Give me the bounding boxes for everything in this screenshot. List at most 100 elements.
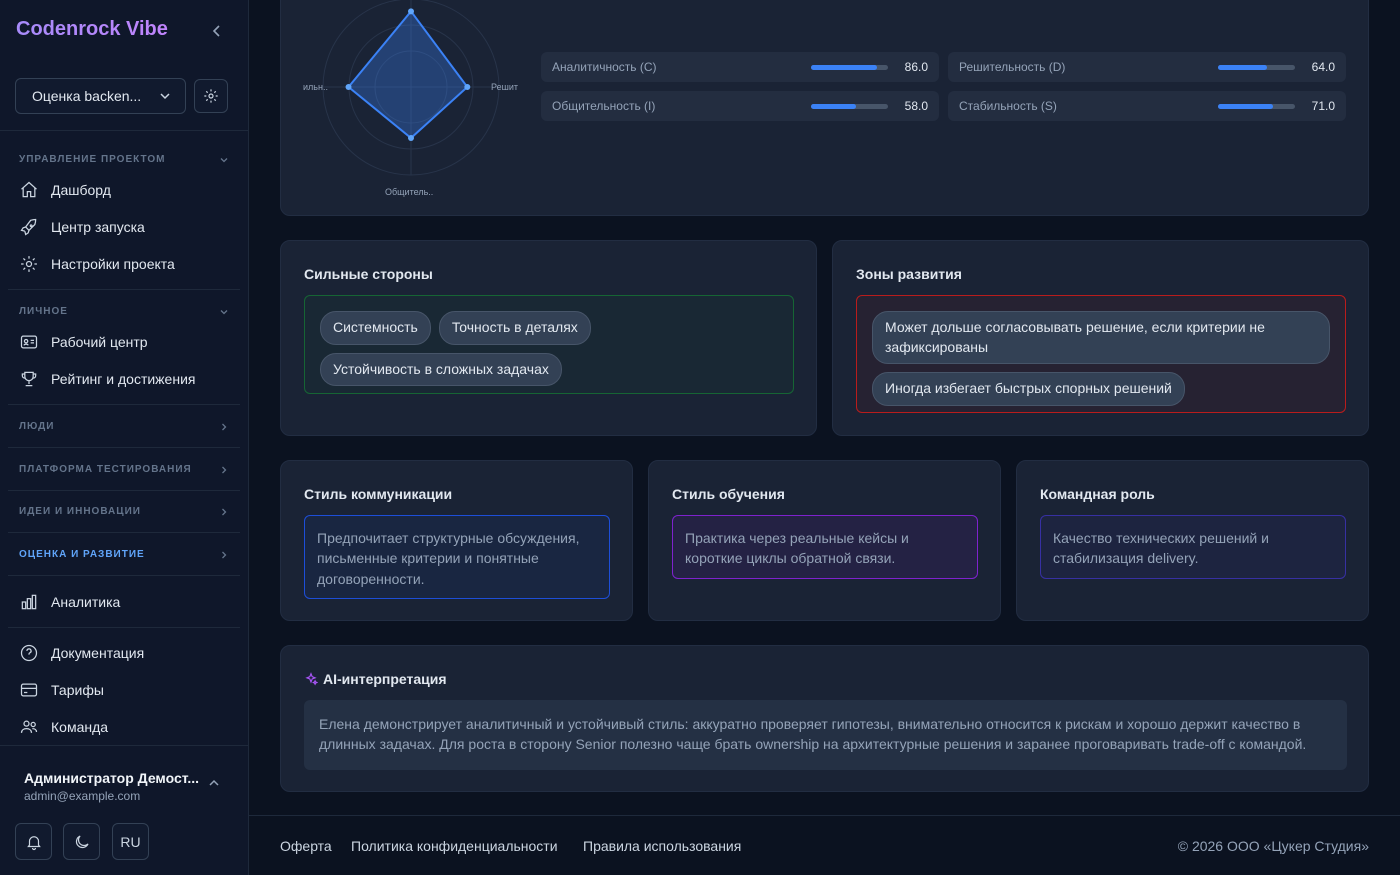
project-select[interactable]: Оценка backen...: [15, 78, 186, 114]
metric-label: Аналитичность (C): [552, 60, 657, 74]
chevron-down-icon: [220, 157, 228, 162]
radar-label-right: Решит: [491, 82, 518, 92]
home-icon: [21, 181, 37, 198]
gear-icon: [21, 256, 37, 272]
metric-value: 58.0: [904, 99, 928, 113]
credit-card-icon: [20, 683, 38, 697]
brand-logo: Codenrock Vibe: [16, 18, 168, 40]
sidebar-item-launch[interactable]: Центр запуска: [19, 215, 145, 239]
metric-bar: [811, 103, 888, 109]
ai-interpretation-text: Елена демонстрирует аналитичный и устойч…: [304, 700, 1347, 770]
footer-link-privacy[interactable]: Политика конфиденциальности: [351, 838, 558, 854]
footer-copyright: © 2026 ООО «Цукер Студия»: [1177, 838, 1369, 854]
chevron-right-icon: [222, 423, 227, 430]
growth-zones-card: Зоны развития Может дольше согласовывать…: [832, 240, 1369, 436]
chevron-right-icon: [222, 508, 227, 515]
metric-decisive: Решительность (D) 64.0: [948, 52, 1346, 82]
metric-stable: Стабильность (S) 71.0: [948, 91, 1346, 121]
section-testing-platform[interactable]: Платформа тестирования: [19, 464, 229, 475]
trophy-icon: [21, 371, 37, 387]
sidebar-item-docs[interactable]: Документация: [19, 641, 144, 665]
notifications-button[interactable]: [15, 823, 52, 860]
growth-list: Может дольше согласовывать решение, если…: [856, 295, 1346, 413]
radar-point: [464, 84, 471, 90]
metric-label: Решительность (D): [959, 60, 1066, 74]
user-menu-toggle[interactable]: [207, 776, 225, 794]
bell-icon: [26, 835, 41, 850]
section-title: Люди: [19, 421, 55, 432]
sidebar-item-analytics[interactable]: Аналитика: [19, 590, 120, 614]
ai-interpretation-card: AI-интерпретация Елена демонстрирует ана…: [280, 645, 1369, 792]
rocket-icon: [20, 218, 37, 236]
section-personal[interactable]: Личное: [19, 306, 229, 317]
communication-style-card: Стиль коммуникации Предпочитает структур…: [280, 460, 633, 621]
section-title: Управление проектом: [19, 154, 166, 165]
sidebar: Codenrock Vibe Оценка backen... Управлен…: [0, 0, 249, 875]
team-role-text: Качество технических решений и стабилиза…: [1040, 515, 1346, 579]
section-title: Идеи и инновации: [19, 506, 141, 517]
metric-label: Стабильность (S): [959, 99, 1057, 113]
chevron-down-icon: [220, 309, 228, 314]
radar-chart: ильн.. Решит Общитель..: [303, 0, 518, 197]
sidebar-item-label: Тарифы: [51, 682, 104, 698]
gear-icon: [204, 89, 218, 103]
strength-tag: Устойчивость в сложных задачах: [320, 352, 562, 387]
card-title: Стиль коммуникации: [304, 486, 453, 502]
chevron-right-icon: [222, 466, 227, 473]
section-project-management[interactable]: Управление проектом: [19, 154, 229, 165]
metric-sociable: Общительность (I) 58.0: [541, 91, 939, 121]
radar-point: [408, 8, 414, 15]
theme-toggle-button[interactable]: [63, 823, 100, 860]
section-title: Личное: [19, 306, 68, 317]
radar-label-bottom: Общитель..: [385, 187, 433, 197]
users-icon: [20, 720, 38, 733]
chevron-up-icon: [209, 779, 219, 786]
language-label: RU: [120, 833, 141, 850]
footer-link-offer[interactable]: Оферта: [280, 838, 332, 854]
team-role-card: Командная роль Качество технических реше…: [1016, 460, 1369, 621]
metric-value: 71.0: [1311, 99, 1335, 113]
language-button[interactable]: RU: [112, 823, 149, 860]
strength-tag: Точность в деталях: [438, 311, 591, 345]
collapse-sidebar-button[interactable]: [206, 20, 228, 42]
disc-profile-card: ильн.. Решит Общитель.. Аналитичность (C…: [280, 0, 1369, 216]
card-title: Командная роль: [1040, 486, 1155, 502]
sparkles-icon: [305, 672, 318, 686]
strengths-card: Сильные стороны Системность Точность в д…: [280, 240, 817, 436]
sidebar-item-dashboard[interactable]: Дашборд: [19, 178, 111, 202]
sidebar-item-label: Центр запуска: [51, 219, 145, 235]
metric-bar-fill: [1218, 64, 1268, 70]
footer-divider: [249, 815, 1400, 816]
card-title: Зоны развития: [856, 266, 962, 282]
radar-polygon: [347, 9, 469, 140]
sidebar-item-label: Рейтинг и достижения: [51, 371, 196, 387]
project-settings-button[interactable]: [194, 79, 228, 113]
sidebar-item-label: Команда: [51, 719, 109, 735]
card-title: AI-интерпретация: [323, 671, 447, 687]
moon-icon: [75, 834, 89, 848]
id-card-icon: [20, 335, 38, 349]
growth-tag: Может дольше согласовывать решение, если…: [872, 311, 1330, 365]
metric-bar-fill: [811, 64, 878, 70]
sidebar-item-project-settings[interactable]: Настройки проекта: [19, 252, 175, 276]
sidebar-item-team[interactable]: Команда: [19, 715, 108, 739]
sidebar-item-tariffs[interactable]: Тарифы: [19, 678, 104, 702]
metric-bar: [1218, 103, 1295, 109]
metric-label: Общительность (I): [552, 99, 656, 113]
section-people[interactable]: Люди: [19, 421, 229, 432]
section-assessment[interactable]: Оценка и развитие: [19, 549, 229, 560]
sidebar-item-label: Аналитика: [51, 594, 121, 610]
footer-link-rules[interactable]: Правила использования: [583, 838, 741, 854]
sidebar-item-workspace[interactable]: Рабочий центр: [19, 330, 148, 354]
section-ideas[interactable]: Идеи и инновации: [19, 506, 229, 517]
communication-style-text: Предпочитает структурные обсуждения, пис…: [304, 515, 610, 599]
sidebar-item-rating[interactable]: Рейтинг и достижения: [19, 367, 195, 391]
user-name: Администратор Демост...: [24, 770, 200, 786]
chevron-down-icon: [160, 93, 170, 100]
section-title: Платформа тестирования: [19, 464, 192, 475]
growth-tag: Иногда избегает быстрых спорных решений: [872, 372, 1185, 406]
strengths-list: Системность Точность в деталях Устойчиво…: [304, 295, 794, 394]
section-title: Оценка и развитие: [19, 549, 145, 560]
metric-value: 64.0: [1311, 60, 1335, 74]
help-circle-icon: [20, 644, 38, 662]
